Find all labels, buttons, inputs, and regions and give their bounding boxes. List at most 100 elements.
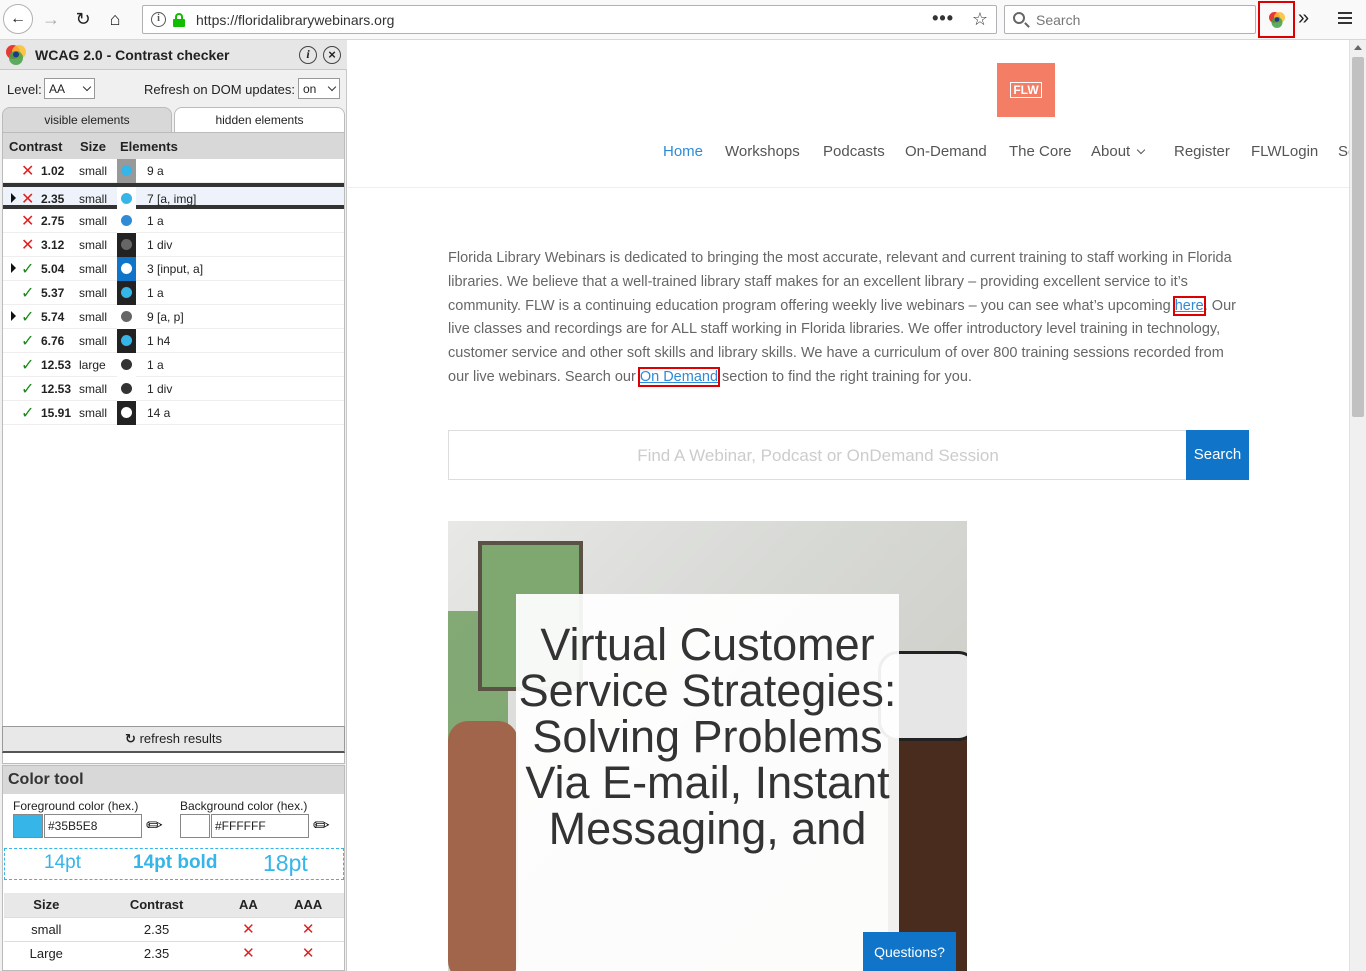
chevron-down-icon [1136,145,1146,155]
refresh-dom-select[interactable]: on [298,78,340,99]
color-swatch [117,257,136,281]
foreground-dot [121,239,132,250]
foreground-color-input[interactable]: #35B5E8 [44,814,142,838]
flw-logo[interactable]: FLW [997,63,1055,117]
search-button[interactable]: Search [1186,430,1249,480]
home-button[interactable]: ⌂ [100,4,130,34]
background-color-swatch[interactable] [180,814,210,838]
expand-triangle-icon[interactable] [11,263,16,273]
elements-value: 1 div [147,238,173,252]
column-header-elements[interactable]: Elements [120,139,178,154]
on-demand-link[interactable]: On Demand [637,366,721,387]
info-icon[interactable]: i [299,46,317,64]
contrast-value: 2.75 [41,214,65,228]
foreground-color-swatch[interactable] [13,814,43,838]
expand-triangle-icon[interactable] [11,193,16,203]
size-value: small [79,214,108,228]
fail-x-icon: ✕ [21,191,35,208]
nav-home[interactable]: Home [663,143,703,160]
text-size-preview: 14pt 14pt bold 18pt [4,848,344,880]
nav-register[interactable]: Register [1174,143,1230,160]
table-row[interactable]: ✓ 5.37 small 1 a [3,281,344,305]
tab-hidden-elements[interactable]: hidden elements [174,107,345,132]
sidebar-header: WCAG 2.0 - Contrast checker i × [0,40,347,70]
table-row[interactable]: ✓ 5.04 small 3 [input, a] [3,257,344,281]
color-swatch [117,305,136,329]
size-value: small [79,164,108,178]
forward-button[interactable]: → [36,4,66,34]
nav-workshops[interactable]: Workshops [725,143,800,160]
preview-18pt: 18pt [263,850,308,876]
back-button[interactable]: ← [3,4,33,34]
intro-paragraph: Florida Library Webinars is dedicated to… [448,247,1248,390]
table-row[interactable]: ✕ 1.02 small 9 a [3,159,344,183]
webinar-search-input[interactable]: Find A Webinar, Podcast or OnDemand Sess… [448,430,1249,480]
contrast-checker-extension-button[interactable] [1258,1,1295,38]
reload-button[interactable]: ↻ [68,4,98,34]
table-row[interactable]: ✓ 6.76 small 1 h4 [3,329,344,353]
scroll-up-icon[interactable] [1354,45,1362,50]
url-text[interactable]: https://floridalibrarywebinars.org [196,12,394,28]
hero-card: Virtual Customer Service Strategies: Sol… [516,594,899,971]
contrast-value: 5.74 [41,310,65,324]
site-info-icon[interactable]: i [151,12,166,27]
nav-about[interactable]: About [1091,143,1146,160]
eyedropper-icon[interactable]: ✏ [313,814,330,838]
close-icon[interactable]: × [323,46,341,64]
webinar-search-placeholder: Find A Webinar, Podcast or OnDemand Sess… [637,446,999,465]
table-row[interactable]: ✓ 5.74 small 9 [a, p] [3,305,344,329]
chevron-down-icon [82,82,92,92]
refresh-icon: ↻ [125,731,136,746]
column-header-contrast[interactable]: Contrast [9,139,62,154]
background-color-input[interactable]: #FFFFFF [211,814,309,838]
questions-button[interactable]: Questions? [863,932,956,971]
size-value: small [79,192,108,206]
pass-check-icon: ✓ [21,381,35,398]
nav-flwlogin[interactable]: FLWLogin [1251,143,1318,160]
size-value: small [79,406,108,420]
tab-visible-elements[interactable]: visible elements [2,107,172,132]
scrollbar-thumb[interactable] [1352,57,1364,417]
refresh-results-button[interactable]: ↻ refresh results [2,726,345,753]
color-swatch [117,401,136,425]
nav-search[interactable]: Se [1338,143,1349,160]
table-row[interactable]: ✓ 12.53 small 1 div [3,377,344,401]
table-row[interactable]: ✕ 2.35 small 7 [a, img] [3,183,344,211]
bookmark-star-icon[interactable]: ☆ [972,9,988,30]
color-swatch [117,159,136,183]
table-row[interactable]: ✕ 3.12 small 1 div [3,233,344,257]
contrast-value: 15.91 [41,406,72,420]
expand-triangle-icon[interactable] [11,311,16,321]
pass-check-icon: ✓ [21,333,35,350]
fail-icon: ✕ [224,916,273,941]
nav-on-demand[interactable]: On-Demand [905,143,987,160]
ct-header-aa: AA [224,893,273,917]
column-header-size[interactable]: Size [80,139,106,154]
nav-podcasts[interactable]: Podcasts [823,143,885,160]
url-bar[interactable]: i https://floridalibrarywebinars.org •••… [142,5,997,34]
table-row[interactable]: ✓ 15.91 small 14 a [3,401,344,425]
level-select[interactable]: AA [44,78,95,99]
foreground-dot [121,263,132,274]
table-row[interactable]: ✓ 12.53 large 1 a [3,353,344,377]
level-label: Level: [7,82,42,97]
overflow-chevron-icon[interactable]: » [1298,7,1309,30]
refresh-results-label: refresh results [139,731,222,746]
contrast-value: 3.12 [41,238,65,252]
eyedropper-icon[interactable]: ✏ [146,814,163,838]
contrast-value: 12.53 [41,382,72,396]
page-scrollbar[interactable] [1349,40,1366,971]
menu-icon[interactable] [1338,12,1352,24]
pass-check-icon: ✓ [21,261,35,278]
foreground-dot [121,165,132,176]
here-link[interactable]: here [1172,295,1206,316]
browser-search-input[interactable]: Search [1004,5,1256,34]
elements-value: 9 [a, p] [147,310,184,324]
contrast-value: 5.04 [41,262,65,276]
page-actions-icon[interactable]: ••• [932,8,954,29]
nav-the-core[interactable]: The Core [1009,143,1072,160]
table-row[interactable]: ✕ 2.75 small 1 a [3,209,344,233]
pass-check-icon: ✓ [21,285,35,302]
elements-value: 14 a [147,406,171,420]
contrast-value: 5.37 [41,286,65,300]
